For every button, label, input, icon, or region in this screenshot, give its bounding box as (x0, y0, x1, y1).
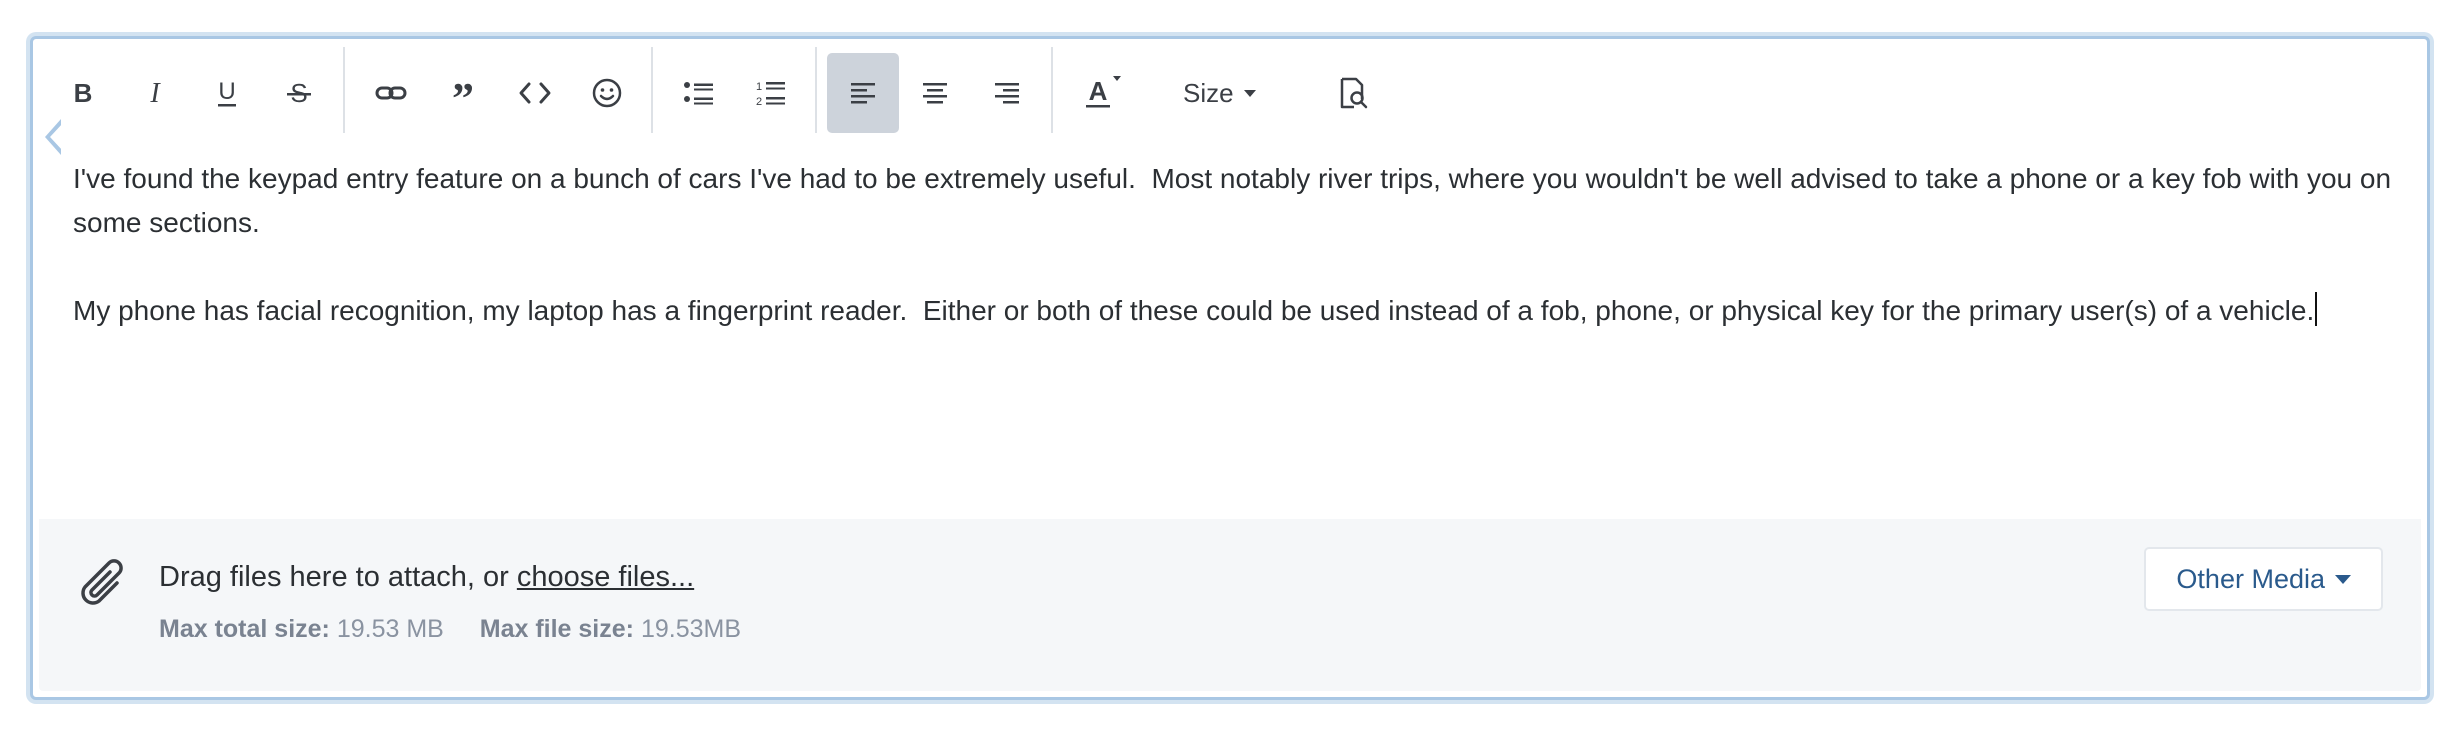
bold-icon: B (68, 78, 98, 108)
bulleted-list-button[interactable] (663, 53, 735, 133)
toolbar-separator (343, 47, 345, 133)
underline-button[interactable]: U (191, 53, 263, 133)
svg-text:1: 1 (756, 81, 762, 93)
editor-toolbar: B I U S ” (33, 39, 2427, 151)
attach-prompt-text: Drag files here to attach, or (159, 561, 517, 593)
underline-icon: U (212, 77, 242, 109)
paperclip-icon (75, 553, 131, 618)
align-right-icon (993, 81, 1021, 105)
svg-text:2: 2 (756, 96, 762, 108)
smiley-icon (591, 77, 623, 109)
max-total-size-label: Max total size: (159, 615, 330, 643)
italic-button[interactable]: I (119, 53, 191, 133)
other-media-label: Other Media (2176, 563, 2325, 594)
code-button[interactable] (499, 53, 571, 133)
quote-icon: ” (447, 79, 479, 107)
max-file-size-value: 19.53MB (640, 615, 741, 643)
link-button[interactable] (355, 53, 427, 133)
rich-text-editor[interactable]: B I U S ” (30, 36, 2430, 700)
attach-limits: Max total size: 19.53 MB Max file size: … (159, 615, 741, 644)
svg-text:B: B (74, 78, 93, 108)
content-paragraph: My phone has facial recognition, my lapt… (73, 289, 2393, 333)
code-icon (518, 81, 552, 105)
text-color-button[interactable]: A (1063, 53, 1143, 133)
content-paragraph: I've found the keypad entry feature on a… (73, 163, 2399, 238)
italic-icon: I (140, 78, 170, 108)
choose-files-link[interactable]: choose files... (517, 561, 694, 593)
toolbar-separator (1051, 47, 1053, 133)
bold-button[interactable]: B (47, 53, 119, 133)
svg-text:U: U (218, 78, 235, 105)
toolbar-separator (815, 47, 817, 133)
font-size-label: Size (1183, 77, 1234, 108)
align-right-button[interactable] (971, 53, 1043, 133)
link-icon (375, 83, 407, 103)
quote-button[interactable]: ” (427, 53, 499, 133)
svg-text:A: A (1089, 76, 1108, 106)
bullet-list-icon (683, 79, 715, 107)
attachment-bar[interactable]: Drag files here to attach, or choose fil… (39, 519, 2421, 691)
align-center-icon (921, 81, 949, 105)
preview-button[interactable] (1317, 53, 1389, 133)
svg-text:”: ” (452, 79, 474, 107)
text-color-icon: A (1083, 73, 1123, 113)
svg-text:I: I (149, 78, 161, 108)
other-media-button[interactable]: Other Media (2144, 547, 2383, 611)
toolbar-separator (651, 47, 653, 133)
align-left-button[interactable] (827, 53, 899, 133)
attach-prompt: Drag files here to attach, or choose fil… (159, 561, 694, 594)
preview-icon (1338, 77, 1368, 109)
align-left-icon (849, 81, 877, 105)
emoji-button[interactable] (571, 53, 643, 133)
max-total-size-value: 19.53 MB (336, 615, 444, 643)
font-size-dropdown[interactable]: Size (1183, 53, 1256, 133)
numbered-list-icon: 12 (755, 78, 787, 108)
max-file-size-label: Max file size: (479, 615, 634, 643)
strikethrough-icon: S (284, 78, 314, 108)
strikethrough-button[interactable]: S (263, 53, 335, 133)
text-cursor (2315, 292, 2318, 326)
numbered-list-button[interactable]: 12 (735, 53, 807, 133)
chevron-down-icon (1243, 89, 1256, 97)
chevron-down-icon (2335, 574, 2351, 584)
align-center-button[interactable] (899, 53, 971, 133)
editor-content-area[interactable]: I've found the keypad entry feature on a… (73, 157, 2393, 377)
